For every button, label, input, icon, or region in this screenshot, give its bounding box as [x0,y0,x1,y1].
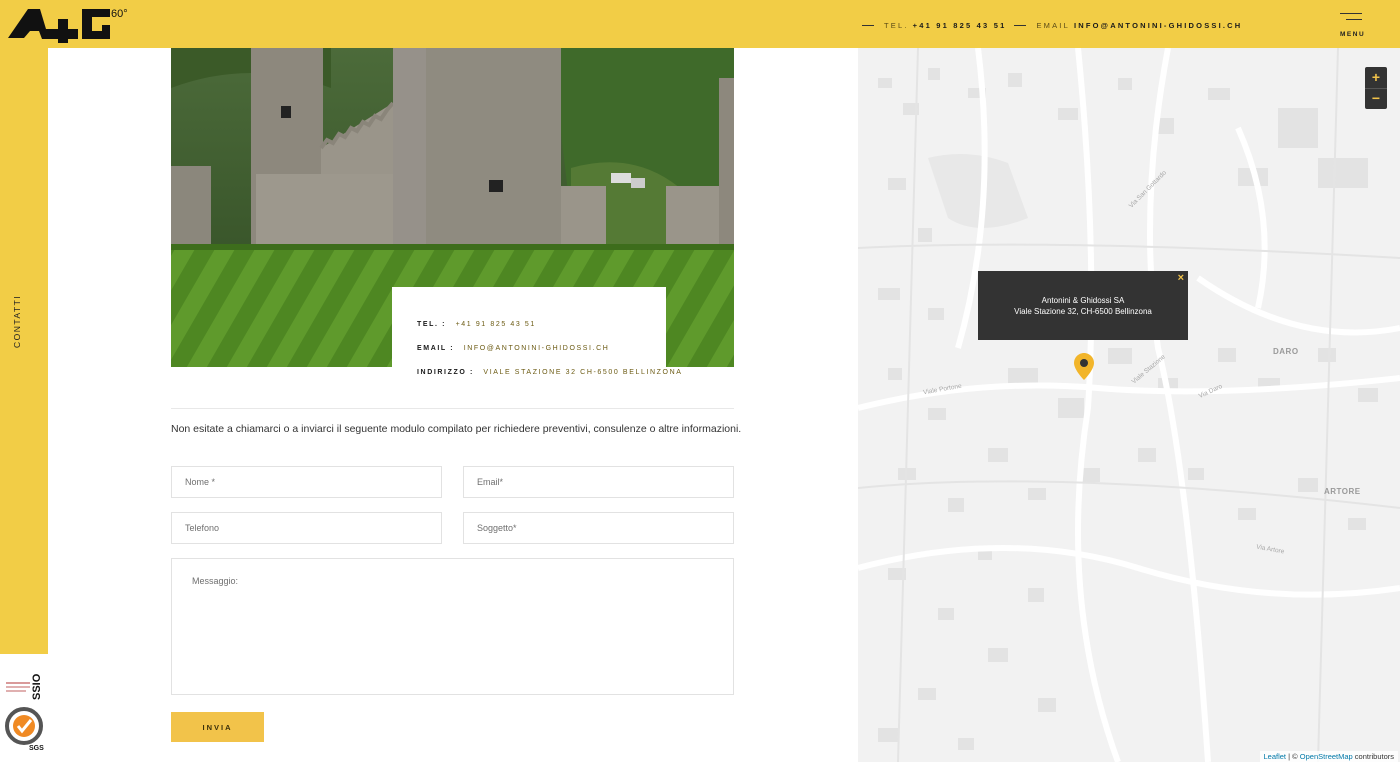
area-label-artore: ARTORE [1324,487,1361,496]
email-field-wrap [463,466,734,498]
info-address-label: INDIRIZZO : [417,369,474,376]
info-address-value: VIALE STAZIONE 32 CH-6500 BELLINZONA [483,369,683,376]
popup-address: Viale Stazione 32, CH-6500 Bellinzona [1014,307,1152,316]
section-divider [171,408,734,409]
popup-close-icon[interactable]: × [1178,273,1184,284]
area-label-daro: DARO [1273,347,1299,356]
contact-info-card: TEL. : +41 91 825 43 51 EMAIL : INFO@ANT… [392,287,681,387]
dash-decoration [1014,24,1027,26]
header-email-link[interactable]: INFO@ANTONINI-GHIDOSSI.CH [1074,21,1242,30]
header-contacts: TEL. +41 91 825 43 51 EMAIL INFO@ANTONIN… [862,18,1242,32]
header-tel-label: TEL. [884,20,909,30]
ssio-badge: SSIO [6,673,43,700]
attribution-separator: | © [1286,752,1300,761]
name-input[interactable] [172,467,441,497]
hamburger-icon-bar [1346,19,1362,20]
ssio-text: SSIO [31,673,43,700]
side-panel-label: CONTATTI [12,294,22,348]
osm-link[interactable]: OpenStreetMap [1300,752,1353,761]
info-email-label: EMAIL : [417,345,455,352]
company-logo[interactable]: 60° [6,5,130,43]
dash-decoration [862,24,874,26]
phone-field-wrap [171,512,442,544]
attribution-tail: contributors [1352,752,1394,761]
map-tiles [858,48,1400,762]
map-attribution: Leaflet | © OpenStreetMap contributors [1259,751,1398,762]
menu-button[interactable]: MENU [1330,10,1374,42]
intro-text: Non esitate a chiamarci o a inviarci il … [171,423,742,435]
subject-field-wrap [463,512,734,544]
leaflet-link[interactable]: Leaflet [1264,752,1287,761]
info-tel-row: TEL. : +41 91 825 43 51 [417,321,666,328]
info-email-row: EMAIL : INFO@ANTONINI-GHIDOSSI.CH [417,345,666,352]
email-input[interactable] [464,467,733,497]
phone-input[interactable] [172,513,441,543]
sgs-badge: SGS [5,707,44,752]
map-popup: × Antonini & Ghidossi SA Viale Stazione … [978,271,1188,340]
map-view[interactable]: Via San Gottardo Viale Portone Via Artor… [858,48,1400,762]
info-address-row: INDIRIZZO : VIALE STAZIONE 32 CH-6500 BE… [417,369,681,376]
zoom-control: + − [1365,67,1387,109]
popup-company-name: Antonini & Ghidossi SA [1041,296,1125,305]
info-email-link[interactable]: INFO@ANTONINI-GHIDOSSI.CH [464,345,610,352]
menu-label: MENU [1340,31,1366,38]
message-field-wrap [171,558,734,695]
zoom-in-button[interactable]: + [1365,67,1387,88]
logo-sup: 60° [111,8,128,20]
header-email-label: EMAIL [1036,20,1070,30]
map-pin-icon[interactable] [1074,353,1094,380]
submit-button[interactable]: INVIA [171,712,264,742]
side-panel: CONTATTI [0,48,48,654]
name-field-wrap [171,466,442,498]
zoom-separator [1365,88,1387,89]
site-header: 60° TEL. +41 91 825 43 51 EMAIL INFO@ANT… [0,0,1400,48]
subject-input[interactable] [464,513,733,543]
sgs-text: SGS [29,745,44,752]
hamburger-icon [1340,13,1362,14]
zoom-out-button[interactable]: − [1365,88,1387,109]
info-tel-link[interactable]: +41 91 825 43 51 [456,321,536,328]
header-tel-link[interactable]: +41 91 825 43 51 [913,21,1007,30]
message-textarea[interactable] [172,559,733,694]
info-tel-label: TEL. : [417,321,447,328]
